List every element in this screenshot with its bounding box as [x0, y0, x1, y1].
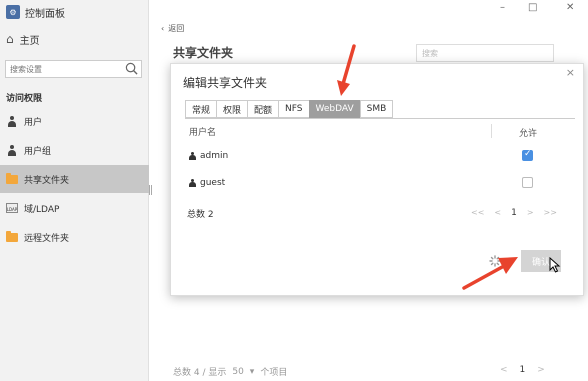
pager-prev-button[interactable]: <: [500, 365, 508, 375]
pager-prev-button[interactable]: <: [494, 208, 501, 218]
app-title-label: 控制面板: [25, 8, 65, 20]
dialog-total: 总数 2: [187, 210, 214, 220]
back-label: 返回: [168, 24, 185, 33]
settings-search[interactable]: [5, 60, 142, 78]
column-header-allow: 允许: [519, 129, 538, 139]
user-icon: [189, 179, 196, 187]
tab-permissions[interactable]: 权限: [216, 100, 248, 118]
minimize-button[interactable]: –: [500, 2, 505, 13]
main-search-placeholder: 搜索: [422, 48, 438, 58]
dialog-close-button[interactable]: ×: [566, 66, 575, 79]
main-search-input[interactable]: 搜索: [416, 44, 554, 62]
sidebar-item-label: 用户组: [24, 146, 52, 157]
tab-nfs[interactable]: NFS: [278, 100, 309, 118]
tab-divider: [185, 118, 575, 119]
sidebar-item-label: 域/LDAP: [24, 204, 60, 215]
tab-quota[interactable]: 配额: [247, 100, 279, 118]
column-divider: [491, 124, 492, 138]
sidebar-item-label: 共享文件夹: [24, 175, 70, 186]
ldap-icon: LDAP: [6, 202, 18, 214]
back-button[interactable]: ‹ 返回: [161, 23, 184, 34]
sidebar-resize-handle[interactable]: [149, 185, 152, 195]
maximize-button[interactable]: □: [528, 2, 537, 13]
main-pager: < 1 >: [500, 365, 545, 375]
pager-next-button[interactable]: >: [527, 208, 534, 218]
sidebar-item-ldap[interactable]: LDAP 域/LDAP: [0, 194, 149, 222]
sidebar: ⚙ 控制面板 ⌂ 主页 访问权限 用户 用户组 共享文件夹 LDAP 域/LDA…: [0, 0, 149, 381]
tab-webdav[interactable]: WebDAV: [308, 100, 360, 118]
chevron-down-icon[interactable]: ▾: [250, 367, 255, 377]
pager-next-button[interactable]: >: [537, 365, 545, 375]
sidebar-item-label: 远程文件夹: [24, 233, 70, 244]
dialog-tabs: 常规 权限 配额 NFS WebDAV SMB: [185, 100, 394, 118]
chevron-left-icon: ‹: [161, 24, 165, 33]
close-button[interactable]: ✕: [566, 2, 574, 13]
control-panel-icon: ⚙: [6, 5, 20, 19]
search-icon[interactable]: [125, 62, 138, 75]
row-username: admin: [200, 151, 229, 161]
footer-total: 总数 4 / 显示: [173, 368, 227, 378]
sidebar-item-shared-folders[interactable]: 共享文件夹: [0, 165, 149, 193]
table-row: guest: [189, 178, 225, 188]
user-icon: [189, 152, 196, 160]
home-icon: ⌂: [6, 32, 14, 46]
page-title: 共享文件夹: [173, 46, 234, 60]
sidebar-item-remote-folders[interactable]: 远程文件夹: [0, 223, 149, 251]
group-icon: [6, 144, 18, 156]
dialog-pager: << < 1 > >>: [471, 208, 557, 218]
pager-first-button[interactable]: <<: [471, 208, 484, 218]
pager-current: 1: [519, 365, 526, 375]
dialog-title: 编辑共享文件夹: [183, 76, 268, 90]
allow-checkbox-admin[interactable]: [522, 149, 533, 161]
settings-search-input[interactable]: [10, 64, 120, 74]
table-row: admin: [189, 151, 228, 161]
folder-icon: [6, 230, 18, 243]
home-label: 主页: [19, 35, 40, 47]
allow-checkbox-guest[interactable]: [522, 177, 533, 188]
pager-last-button[interactable]: >>: [544, 208, 557, 218]
annotation-arrow-icon: [337, 44, 356, 96]
mouse-cursor-icon: [549, 257, 561, 273]
footer-summary: 总数 4 / 显示 50 ▾ 个项目: [173, 365, 288, 379]
sidebar-item-label: 用户: [24, 117, 43, 128]
annotation-arrow-icon: [462, 257, 518, 290]
pager-current: 1: [511, 208, 517, 218]
page-size-select[interactable]: 50: [232, 367, 243, 377]
row-username: guest: [200, 178, 226, 188]
sidebar-home[interactable]: ⌂ 主页: [6, 30, 40, 48]
column-header-username: 用户名: [189, 128, 217, 138]
user-icon: [6, 115, 18, 127]
section-access-rights: 访问权限: [6, 94, 43, 104]
footer-items-label: 个项目: [260, 368, 288, 378]
tab-general[interactable]: 常规: [185, 100, 217, 118]
folder-icon: [6, 172, 18, 185]
tab-smb[interactable]: SMB: [359, 100, 394, 118]
sidebar-item-users[interactable]: 用户: [0, 107, 149, 135]
sidebar-item-groups[interactable]: 用户组: [0, 136, 149, 164]
app-title: ⚙ 控制面板: [6, 4, 65, 20]
